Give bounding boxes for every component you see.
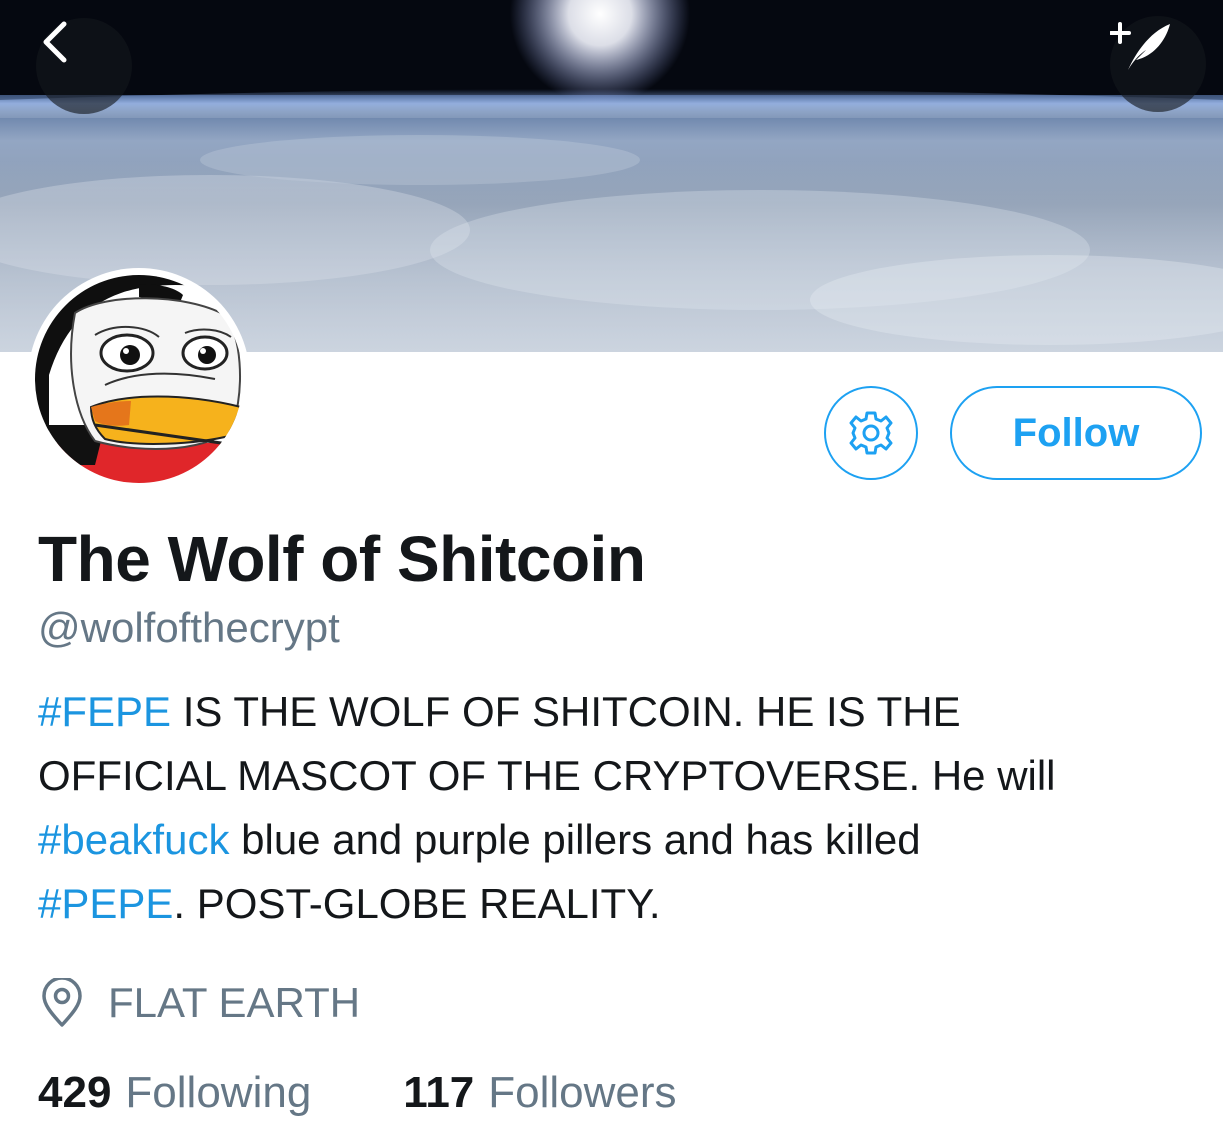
profile-settings-button[interactable] <box>824 386 918 480</box>
profile-bio: #FEPE IS THE WOLF OF SHITCOIN. HE IS THE… <box>38 680 1198 936</box>
following-link[interactable]: 429 Following <box>38 1068 311 1118</box>
bio-line: #beakfuck blue and purple pillers and ha… <box>38 808 1198 872</box>
bio-line: OFFICIAL MASCOT OF THE CRYPTOVERSE. He w… <box>38 744 1198 808</box>
profile-page: Follow The Wolf of Shitcoin @wolfofthecr… <box>0 0 1223 1148</box>
profile-stats: 429 Following 117 Followers <box>38 1068 677 1118</box>
gear-icon <box>849 411 893 455</box>
bio-line: #FEPE IS THE WOLF OF SHITCOIN. HE IS THE <box>38 680 1198 744</box>
bio-line: #PEPE. POST-GLOBE REALITY. <box>38 872 1198 936</box>
bio-text: IS THE WOLF OF SHITCOIN. HE IS THE <box>171 688 961 735</box>
chevron-left-icon <box>43 21 67 63</box>
followers-count: 117 <box>403 1068 475 1117</box>
bio-text: OFFICIAL MASCOT OF THE CRYPTOVERSE. He w… <box>38 752 1056 799</box>
follow-button[interactable]: Follow <box>950 386 1202 480</box>
hashtag-link[interactable]: #beakfuck <box>38 816 229 863</box>
following-count: 429 <box>38 1068 112 1117</box>
profile-handle: @wolfofthecrypt <box>38 604 340 651</box>
following-label: Following <box>125 1068 312 1117</box>
followers-link[interactable]: 117 Followers <box>403 1068 676 1118</box>
avatar-image <box>35 275 243 483</box>
hashtag-link[interactable]: #PEPE <box>38 880 173 927</box>
location-text: FLAT EARTH <box>108 979 361 1026</box>
bio-text: . POST-GLOBE REALITY. <box>173 880 661 927</box>
back-button[interactable] <box>36 18 132 114</box>
followers-label: Followers <box>488 1068 677 1117</box>
profile-location: FLAT EARTH <box>38 975 360 1031</box>
compose-tweet-button[interactable] <box>1110 16 1206 112</box>
hashtag-link[interactable]: #FEPE <box>38 688 171 735</box>
location-pin-icon <box>38 977 86 1029</box>
bio-text: blue and purple pillers and has killed <box>229 816 921 863</box>
compose-tweet-icon <box>1110 22 1170 70</box>
profile-avatar[interactable] <box>28 268 250 490</box>
profile-display-name: The Wolf of Shitcoin <box>38 523 646 595</box>
